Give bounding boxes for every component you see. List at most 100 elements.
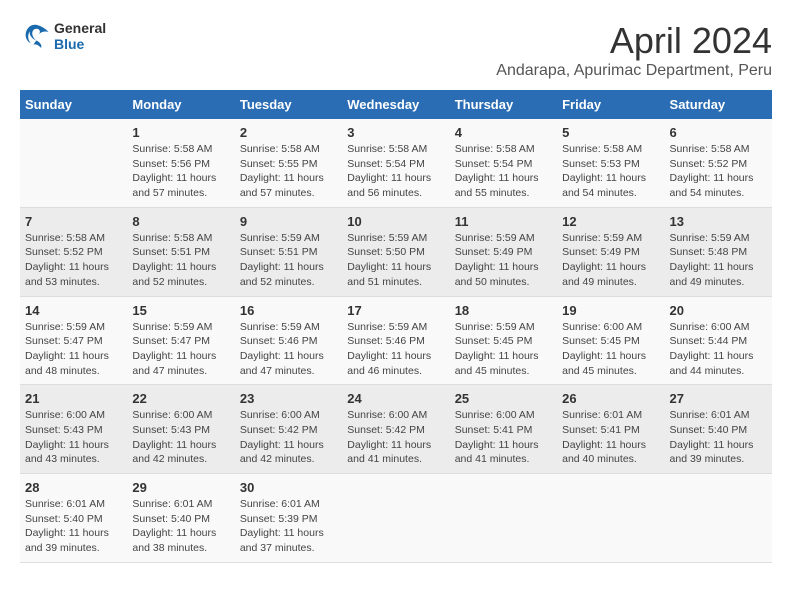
calendar-cell: 18 Sunrise: 5:59 AM Sunset: 5:45 PM Dayli… — [450, 296, 557, 385]
day-number: 27 — [670, 391, 767, 406]
calendar-week-row: 7 Sunrise: 5:58 AM Sunset: 5:52 PM Daylig… — [20, 207, 772, 296]
day-number: 7 — [25, 214, 122, 229]
day-content: Sunrise: 6:00 AM Sunset: 5:44 PM Dayligh… — [670, 320, 767, 379]
calendar-cell: 6 Sunrise: 5:58 AM Sunset: 5:52 PM Daylig… — [665, 119, 772, 207]
day-content: Sunrise: 5:59 AM Sunset: 5:49 PM Dayligh… — [562, 231, 659, 290]
day-number: 25 — [455, 391, 552, 406]
day-content: Sunrise: 5:59 AM Sunset: 5:45 PM Dayligh… — [455, 320, 552, 379]
day-content: Sunrise: 6:00 AM Sunset: 5:42 PM Dayligh… — [240, 408, 337, 467]
day-number: 16 — [240, 303, 337, 318]
column-header-sunday: Sunday — [20, 90, 127, 119]
logo-icon — [20, 21, 50, 51]
day-content: Sunrise: 5:59 AM Sunset: 5:50 PM Dayligh… — [347, 231, 444, 290]
day-number: 10 — [347, 214, 444, 229]
calendar-cell: 11Sunrise: 5:59 AM Sunset: 5:49 PM Dayli… — [450, 207, 557, 296]
day-content: Sunrise: 5:58 AM Sunset: 5:52 PM Dayligh… — [670, 142, 767, 201]
calendar-cell — [665, 474, 772, 563]
column-header-tuesday: Tuesday — [235, 90, 342, 119]
day-number: 20 — [670, 303, 767, 318]
page-title: April 2024 — [496, 20, 772, 62]
day-number: 17 — [347, 303, 444, 318]
calendar-cell: 20 Sunrise: 6:00 AM Sunset: 5:44 PM Dayli… — [665, 296, 772, 385]
day-content: Sunrise: 5:59 AM Sunset: 5:47 PM Dayligh… — [25, 320, 122, 379]
day-content: Sunrise: 6:01 AM Sunset: 5:39 PM Dayligh… — [240, 497, 337, 556]
day-content: Sunrise: 5:59 AM Sunset: 5:46 PM Dayligh… — [347, 320, 444, 379]
calendar-cell: 28 Sunrise: 6:01 AM Sunset: 5:40 PM Dayli… — [20, 474, 127, 563]
day-content: Sunrise: 6:01 AM Sunset: 5:40 PM Dayligh… — [132, 497, 229, 556]
column-header-saturday: Saturday — [665, 90, 772, 119]
calendar-table: SundayMondayTuesdayWednesdayThursdayFrid… — [20, 90, 772, 563]
day-number: 11 — [455, 214, 552, 229]
calendar-week-row: 1Sunrise: 5:58 AM Sunset: 5:56 PM Daylig… — [20, 119, 772, 207]
calendar-cell: 5Sunrise: 5:58 AM Sunset: 5:53 PM Daylig… — [557, 119, 664, 207]
day-content: Sunrise: 5:59 AM Sunset: 5:48 PM Dayligh… — [670, 231, 767, 290]
day-number: 28 — [25, 480, 122, 495]
day-number: 4 — [455, 125, 552, 140]
day-content: Sunrise: 6:00 AM Sunset: 5:41 PM Dayligh… — [455, 408, 552, 467]
day-number: 2 — [240, 125, 337, 140]
day-number: 3 — [347, 125, 444, 140]
day-number: 18 — [455, 303, 552, 318]
calendar-cell: 9 Sunrise: 5:59 AM Sunset: 5:51 PM Daylig… — [235, 207, 342, 296]
day-number: 24 — [347, 391, 444, 406]
day-content: Sunrise: 6:01 AM Sunset: 5:40 PM Dayligh… — [670, 408, 767, 467]
calendar-cell: 29Sunrise: 6:01 AM Sunset: 5:40 PM Dayli… — [127, 474, 234, 563]
day-content: Sunrise: 5:59 AM Sunset: 5:47 PM Dayligh… — [132, 320, 229, 379]
calendar-cell: 23 Sunrise: 6:00 AM Sunset: 5:42 PM Dayli… — [235, 385, 342, 474]
day-content: Sunrise: 6:01 AM Sunset: 5:40 PM Dayligh… — [25, 497, 122, 556]
column-header-thursday: Thursday — [450, 90, 557, 119]
day-content: Sunrise: 5:58 AM Sunset: 5:56 PM Dayligh… — [132, 142, 229, 201]
day-number: 15 — [132, 303, 229, 318]
calendar-cell: 30 Sunrise: 6:01 AM Sunset: 5:39 PM Dayli… — [235, 474, 342, 563]
day-number: 9 — [240, 214, 337, 229]
calendar-cell: 25 Sunrise: 6:00 AM Sunset: 5:41 PM Dayli… — [450, 385, 557, 474]
day-content: Sunrise: 6:00 AM Sunset: 5:42 PM Dayligh… — [347, 408, 444, 467]
calendar-cell: 3 Sunrise: 5:58 AM Sunset: 5:54 PM Daylig… — [342, 119, 449, 207]
calendar-cell: 13 Sunrise: 5:59 AM Sunset: 5:48 PM Dayli… — [665, 207, 772, 296]
column-header-monday: Monday — [127, 90, 234, 119]
day-number: 21 — [25, 391, 122, 406]
day-number: 22 — [132, 391, 229, 406]
day-content: Sunrise: 5:58 AM Sunset: 5:54 PM Dayligh… — [347, 142, 444, 201]
day-number: 23 — [240, 391, 337, 406]
day-number: 30 — [240, 480, 337, 495]
logo-text: General Blue — [54, 20, 106, 52]
day-number: 26 — [562, 391, 659, 406]
calendar-cell: 19Sunrise: 6:00 AM Sunset: 5:45 PM Dayli… — [557, 296, 664, 385]
logo: General Blue — [20, 20, 106, 52]
calendar-cell: 2 Sunrise: 5:58 AM Sunset: 5:55 PM Daylig… — [235, 119, 342, 207]
day-content: Sunrise: 5:58 AM Sunset: 5:55 PM Dayligh… — [240, 142, 337, 201]
calendar-header-row: SundayMondayTuesdayWednesdayThursdayFrid… — [20, 90, 772, 119]
calendar-cell — [342, 474, 449, 563]
calendar-cell — [20, 119, 127, 207]
calendar-cell — [450, 474, 557, 563]
day-number: 14 — [25, 303, 122, 318]
page-header: General Blue April 2024 Andarapa, Apurim… — [20, 20, 772, 80]
day-content: Sunrise: 6:00 AM Sunset: 5:43 PM Dayligh… — [25, 408, 122, 467]
calendar-cell: 24 Sunrise: 6:00 AM Sunset: 5:42 PM Dayli… — [342, 385, 449, 474]
calendar-cell: 7 Sunrise: 5:58 AM Sunset: 5:52 PM Daylig… — [20, 207, 127, 296]
day-content: Sunrise: 6:01 AM Sunset: 5:41 PM Dayligh… — [562, 408, 659, 467]
day-content: Sunrise: 5:58 AM Sunset: 5:52 PM Dayligh… — [25, 231, 122, 290]
title-area: April 2024 Andarapa, Apurimac Department… — [496, 20, 772, 80]
day-number: 19 — [562, 303, 659, 318]
day-number: 12 — [562, 214, 659, 229]
calendar-cell: 1Sunrise: 5:58 AM Sunset: 5:56 PM Daylig… — [127, 119, 234, 207]
day-content: Sunrise: 5:59 AM Sunset: 5:51 PM Dayligh… — [240, 231, 337, 290]
calendar-cell: 16 Sunrise: 5:59 AM Sunset: 5:46 PM Dayli… — [235, 296, 342, 385]
calendar-week-row: 28 Sunrise: 6:01 AM Sunset: 5:40 PM Dayli… — [20, 474, 772, 563]
calendar-cell: 27 Sunrise: 6:01 AM Sunset: 5:40 PM Dayli… — [665, 385, 772, 474]
calendar-cell: 14 Sunrise: 5:59 AM Sunset: 5:47 PM Dayli… — [20, 296, 127, 385]
calendar-cell: 4Sunrise: 5:58 AM Sunset: 5:54 PM Daylig… — [450, 119, 557, 207]
day-number: 8 — [132, 214, 229, 229]
calendar-cell: 22 Sunrise: 6:00 AM Sunset: 5:43 PM Dayli… — [127, 385, 234, 474]
calendar-week-row: 21 Sunrise: 6:00 AM Sunset: 5:43 PM Dayli… — [20, 385, 772, 474]
day-content: Sunrise: 5:58 AM Sunset: 5:53 PM Dayligh… — [562, 142, 659, 201]
day-number: 13 — [670, 214, 767, 229]
day-number: 6 — [670, 125, 767, 140]
column-header-friday: Friday — [557, 90, 664, 119]
day-content: Sunrise: 6:00 AM Sunset: 5:43 PM Dayligh… — [132, 408, 229, 467]
calendar-cell: 26 Sunrise: 6:01 AM Sunset: 5:41 PM Dayli… — [557, 385, 664, 474]
column-header-wednesday: Wednesday — [342, 90, 449, 119]
day-content: Sunrise: 5:59 AM Sunset: 5:46 PM Dayligh… — [240, 320, 337, 379]
